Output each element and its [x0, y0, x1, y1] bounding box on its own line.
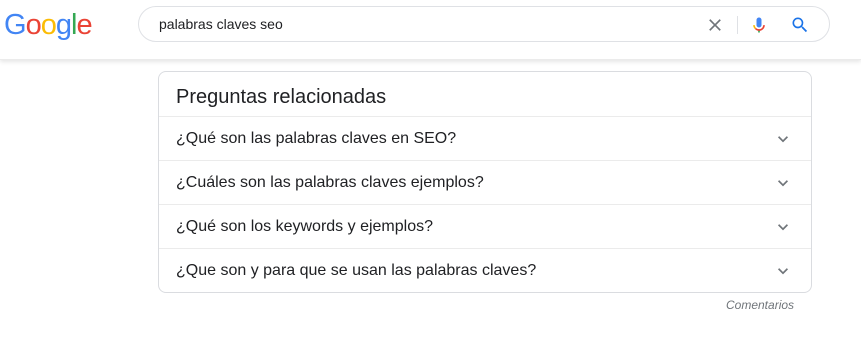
related-question-item[interactable]: ¿Que son y para que se usan las palabras… [159, 248, 811, 292]
related-question-text: ¿Cuáles son las palabras claves ejemplos… [176, 174, 484, 191]
close-icon [709, 19, 721, 31]
related-question-text: ¿Qué son las palabras claves en SEO? [176, 130, 457, 147]
chevron-down-icon [773, 217, 793, 237]
related-questions-panel: Preguntas relacionadas ¿Qué son las pala… [158, 71, 812, 293]
clear-search-button[interactable] [702, 12, 728, 38]
search-icon [792, 17, 808, 33]
microphone-icon [753, 17, 765, 33]
chevron-down-icon [773, 129, 793, 149]
logo-letter: G [4, 9, 27, 41]
related-question-text: ¿Qué son los keywords y ejemplos? [176, 218, 433, 235]
search-header: Google [0, 0, 861, 60]
search-box [138, 6, 830, 42]
chevron-down-icon [773, 261, 793, 281]
feedback-link[interactable]: Comentarios [726, 298, 794, 312]
chevron-down-icon [773, 173, 793, 193]
google-logo[interactable]: Google [4, 6, 93, 44]
voice-search-button[interactable] [746, 12, 772, 38]
searchbox-divider [737, 16, 738, 34]
related-question-item[interactable]: ¿Cuáles son las palabras claves ejemplos… [159, 160, 811, 204]
search-button[interactable] [787, 12, 813, 38]
logo-letter: o [40, 9, 57, 41]
related-question-item[interactable]: ¿Qué son los keywords y ejemplos? [159, 204, 811, 248]
related-questions-title: Preguntas relacionadas [176, 86, 387, 108]
related-question-item[interactable]: ¿Qué son las palabras claves en SEO? [159, 116, 811, 160]
search-input[interactable] [159, 7, 699, 41]
related-question-text: ¿Que son y para que se usan las palabras… [176, 262, 537, 279]
logo-letter: o [25, 9, 42, 41]
logo-letter: g [55, 9, 72, 41]
logo-letter: e [76, 9, 92, 41]
